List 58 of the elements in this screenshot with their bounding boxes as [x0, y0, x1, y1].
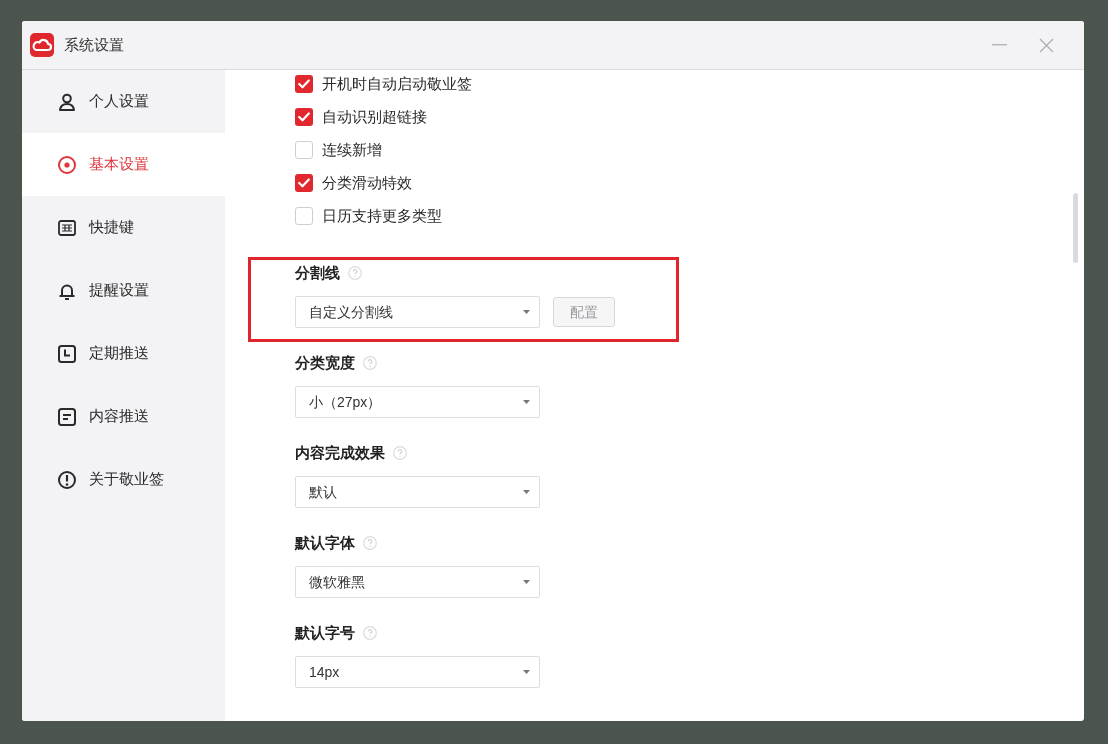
sidebar-item[interactable]: 个人设置: [22, 70, 225, 133]
sidebar-item-label: 关于敬业签: [89, 469, 164, 490]
minimize-icon[interactable]: [992, 44, 1007, 46]
caret-icon: [523, 580, 530, 584]
sidebar-item-label: 快捷键: [89, 217, 134, 238]
checkbox[interactable]: [295, 174, 313, 192]
dropdown[interactable]: 自定义分割线: [295, 296, 540, 328]
caret-icon: [523, 670, 530, 674]
checkbox-label[interactable]: 开机时自动启动敬业签: [322, 72, 472, 96]
check-icon: [298, 178, 310, 188]
checkbox[interactable]: [295, 207, 313, 225]
check-icon: [298, 112, 310, 122]
sidebar-item-label: 基本设置: [89, 154, 149, 175]
checkbox[interactable]: [295, 75, 313, 93]
keyboard-icon: [57, 217, 77, 238]
checkbox-label[interactable]: 分类滑动特效: [322, 171, 412, 195]
scrollbar-thumb[interactable]: [1073, 193, 1078, 263]
sidebar-item[interactable]: 基本设置: [22, 133, 225, 196]
setting-label: 默认字号: [295, 622, 355, 643]
caret-icon: [523, 490, 530, 494]
caret-icon: [523, 400, 530, 404]
close-icon[interactable]: [1039, 37, 1054, 53]
sidebar-item-label: 个人设置: [89, 91, 149, 112]
help-icon[interactable]: [363, 626, 377, 640]
sidebar-item-label: 内容推送: [89, 406, 149, 427]
checkbox[interactable]: [295, 108, 313, 126]
clock-icon: [57, 343, 77, 364]
sidebar-item-label: 定期推送: [89, 343, 149, 364]
help-icon[interactable]: [363, 356, 377, 370]
document-icon: [57, 406, 77, 427]
sidebar-item[interactable]: 快捷键: [22, 196, 225, 259]
setting-label: 默认字体: [295, 532, 355, 553]
checkbox[interactable]: [295, 141, 313, 159]
help-icon[interactable]: [363, 536, 377, 550]
help-icon[interactable]: [348, 266, 362, 280]
setting-label: 内容完成效果: [295, 442, 385, 463]
checkbox-label[interactable]: 自动识别超链接: [322, 105, 427, 129]
help-icon[interactable]: [393, 446, 407, 460]
dropdown[interactable]: 小（27px）: [295, 386, 540, 418]
sidebar-item[interactable]: 关于敬业签: [22, 448, 225, 511]
sidebar-item[interactable]: 内容推送: [22, 385, 225, 448]
sidebar-item[interactable]: 定期推送: [22, 322, 225, 385]
user-icon: [57, 91, 77, 112]
check-icon: [298, 79, 310, 89]
dropdown[interactable]: 默认: [295, 476, 540, 508]
dropdown[interactable]: 微软雅黑: [295, 566, 540, 598]
setting-label: 分类宽度: [295, 352, 355, 373]
setting-label: 分割线: [295, 262, 340, 283]
caret-icon: [523, 310, 530, 314]
dropdown[interactable]: 14px: [295, 656, 540, 688]
checkbox-label[interactable]: 日历支持更多类型: [322, 204, 442, 228]
sidebar-item-label: 提醒设置: [89, 280, 149, 301]
checkbox-label[interactable]: 连续新增: [322, 138, 382, 162]
cloud-logo-icon: [30, 33, 54, 57]
window-title: 系统设置: [64, 34, 124, 55]
target-icon: [57, 154, 77, 175]
sidebar-item[interactable]: 提醒设置: [22, 259, 225, 322]
alert-icon: [57, 469, 77, 490]
